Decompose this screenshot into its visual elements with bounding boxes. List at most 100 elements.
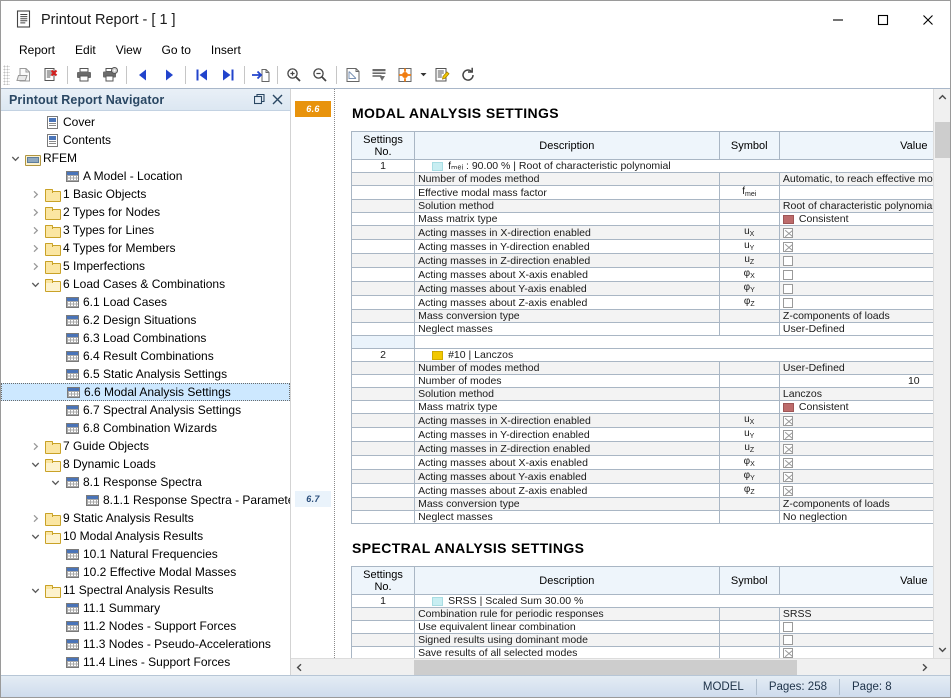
vertical-scroll-thumb[interactable] xyxy=(935,122,950,158)
print-icon[interactable] xyxy=(71,63,97,87)
first-page-icon[interactable] xyxy=(189,63,215,87)
horizontal-scroll-thumb[interactable] xyxy=(414,660,797,675)
minimize-button[interactable] xyxy=(815,1,860,39)
checkbox-off[interactable] xyxy=(783,298,793,308)
delete-report-icon[interactable] xyxy=(38,63,64,87)
previous-page-icon[interactable] xyxy=(130,63,156,87)
last-page-icon[interactable] xyxy=(215,63,241,87)
toolbar-grip[interactable] xyxy=(3,65,10,85)
scroll-right-icon[interactable] xyxy=(916,659,933,676)
chevron-down-icon[interactable] xyxy=(418,63,429,87)
undock-icon[interactable] xyxy=(251,92,267,108)
menu-report[interactable]: Report xyxy=(9,41,65,59)
scroll-down-icon[interactable] xyxy=(934,641,951,658)
edit-report-icon[interactable] xyxy=(429,63,455,87)
chevron-right-icon[interactable] xyxy=(27,514,43,523)
tree-item-10-2-effective-modal-masses[interactable]: 10.2 Effective Modal Masses xyxy=(1,563,290,581)
print-settings-icon[interactable] xyxy=(97,63,123,87)
chevron-right-icon[interactable] xyxy=(27,190,43,199)
checkbox-on[interactable] xyxy=(783,472,793,482)
tree-item-4-types-for-members[interactable]: 4 Types for Members xyxy=(1,239,290,257)
tree-item-11-spectral-analysis-results[interactable]: 11 Spectral Analysis Results xyxy=(1,581,290,599)
chevron-down-icon[interactable] xyxy=(27,586,43,595)
checkbox-off[interactable] xyxy=(783,284,793,294)
zoom-out-icon[interactable] xyxy=(307,63,333,87)
tree-item-6-7-spectral-analysis-settings[interactable]: 6.7 Spectral Analysis Settings xyxy=(1,401,290,419)
tree-item-6-4-result-combinations[interactable]: 6.4 Result Combinations xyxy=(1,347,290,365)
checkbox-off[interactable] xyxy=(783,270,793,280)
checkbox-on[interactable] xyxy=(783,228,793,238)
vertical-scroll-track[interactable] xyxy=(934,106,951,641)
tree-item-5-imperfections[interactable]: 5 Imperfections xyxy=(1,257,290,275)
tree-item-6-8-combination-wizards[interactable]: 6.8 Combination Wizards xyxy=(1,419,290,437)
selection-icon[interactable] xyxy=(366,63,392,87)
tree-item-contents[interactable]: Contents xyxy=(1,131,290,149)
checkbox-on[interactable] xyxy=(783,648,793,658)
navigator-tree[interactable]: CoverContentsRFEMA Model - Location1 Bas… xyxy=(1,111,290,675)
document-vertical-scrollbar[interactable] xyxy=(933,89,950,658)
next-page-icon[interactable] xyxy=(156,63,182,87)
refresh-icon[interactable] xyxy=(455,63,481,87)
document-horizontal-scrollbar[interactable] xyxy=(291,658,950,675)
tree-item-a-model-location[interactable]: A Model - Location xyxy=(1,167,290,185)
tree-item-10-1-natural-frequencies[interactable]: 10.1 Natural Frequencies xyxy=(1,545,290,563)
chevron-right-icon[interactable] xyxy=(27,208,43,217)
checkbox-on[interactable] xyxy=(783,430,793,440)
chevron-down-icon[interactable] xyxy=(27,532,43,541)
tree-item-1-basic-objects[interactable]: 1 Basic Objects xyxy=(1,185,290,203)
checkbox-off[interactable] xyxy=(783,622,793,632)
maximize-button[interactable] xyxy=(860,1,905,39)
tree-item-rfem[interactable]: RFEM xyxy=(1,149,290,167)
tree-item-7-guide-objects[interactable]: 7 Guide Objects xyxy=(1,437,290,455)
menu-edit[interactable]: Edit xyxy=(65,41,106,59)
tree-item-6-6-modal-analysis-settings[interactable]: 6.6 Modal Analysis Settings xyxy=(1,383,290,401)
tree-item-cover[interactable]: Cover xyxy=(1,113,290,131)
chevron-right-icon[interactable] xyxy=(27,262,43,271)
section-tag-6-6[interactable]: 6.6 xyxy=(295,101,331,117)
menu-goto[interactable]: Go to xyxy=(152,41,201,59)
horizontal-scroll-track[interactable] xyxy=(308,659,916,676)
checkbox-on[interactable] xyxy=(783,444,793,454)
tree-item-11-2-nodes-support-forces[interactable]: 11.2 Nodes - Support Forces xyxy=(1,617,290,635)
tree-item-6-5-static-analysis-settings[interactable]: 6.5 Static Analysis Settings xyxy=(1,365,290,383)
graphic-settings-icon[interactable] xyxy=(392,63,418,87)
close-button[interactable] xyxy=(905,1,950,39)
menu-insert[interactable]: Insert xyxy=(201,41,251,59)
page-setup-icon[interactable] xyxy=(340,63,366,87)
menu-view[interactable]: View xyxy=(106,41,152,59)
checkbox-off[interactable] xyxy=(783,635,793,645)
chevron-right-icon[interactable] xyxy=(27,442,43,451)
tree-item-8-1-response-spectra[interactable]: 8.1 Response Spectra xyxy=(1,473,290,491)
tree-item-11-3-nodes-pseudo-accelerations[interactable]: 11.3 Nodes - Pseudo-Accelerations xyxy=(1,635,290,653)
tree-item-8-1-1-response-spectra-parameters[interactable]: 8.1.1 Response Spectra - Parameters xyxy=(1,491,290,509)
close-icon[interactable] xyxy=(269,92,285,108)
tree-item-9-static-analysis-results[interactable]: 9 Static Analysis Results xyxy=(1,509,290,527)
checkbox-on[interactable] xyxy=(783,458,793,468)
open-report-icon[interactable] xyxy=(12,63,38,87)
tree-item-6-2-design-situations[interactable]: 6.2 Design Situations xyxy=(1,311,290,329)
chevron-down-icon[interactable] xyxy=(27,280,43,289)
tree-item-11-4-lines-support-forces[interactable]: 11.4 Lines - Support Forces xyxy=(1,653,290,671)
tree-item-10-modal-analysis-results[interactable]: 10 Modal Analysis Results xyxy=(1,527,290,545)
chevron-right-icon[interactable] xyxy=(27,244,43,253)
checkbox-on[interactable] xyxy=(783,416,793,426)
scroll-up-icon[interactable] xyxy=(934,89,951,106)
tree-item-6-1-load-cases[interactable]: 6.1 Load Cases xyxy=(1,293,290,311)
go-to-page-icon[interactable] xyxy=(248,63,274,87)
checkbox-on[interactable] xyxy=(783,486,793,496)
tree-item-6-3-load-combinations[interactable]: 6.3 Load Combinations xyxy=(1,329,290,347)
tree-item-3-types-for-lines[interactable]: 3 Types for Lines xyxy=(1,221,290,239)
chevron-down-icon[interactable] xyxy=(47,478,63,487)
checkbox-off[interactable] xyxy=(783,256,793,266)
scroll-left-icon[interactable] xyxy=(291,659,308,676)
chevron-down-icon[interactable] xyxy=(27,460,43,469)
tree-item-6-load-cases-combinations[interactable]: 6 Load Cases & Combinations xyxy=(1,275,290,293)
chevron-right-icon[interactable] xyxy=(27,226,43,235)
zoom-in-icon[interactable] xyxy=(281,63,307,87)
tree-item-2-types-for-nodes[interactable]: 2 Types for Nodes xyxy=(1,203,290,221)
section-tag-6-7[interactable]: 6.7 xyxy=(295,491,331,507)
chevron-down-icon[interactable] xyxy=(7,154,23,163)
tree-item-11-1-summary[interactable]: 11.1 Summary xyxy=(1,599,290,617)
checkbox-on[interactable] xyxy=(783,242,793,252)
tree-item-8-dynamic-loads[interactable]: 8 Dynamic Loads xyxy=(1,455,290,473)
